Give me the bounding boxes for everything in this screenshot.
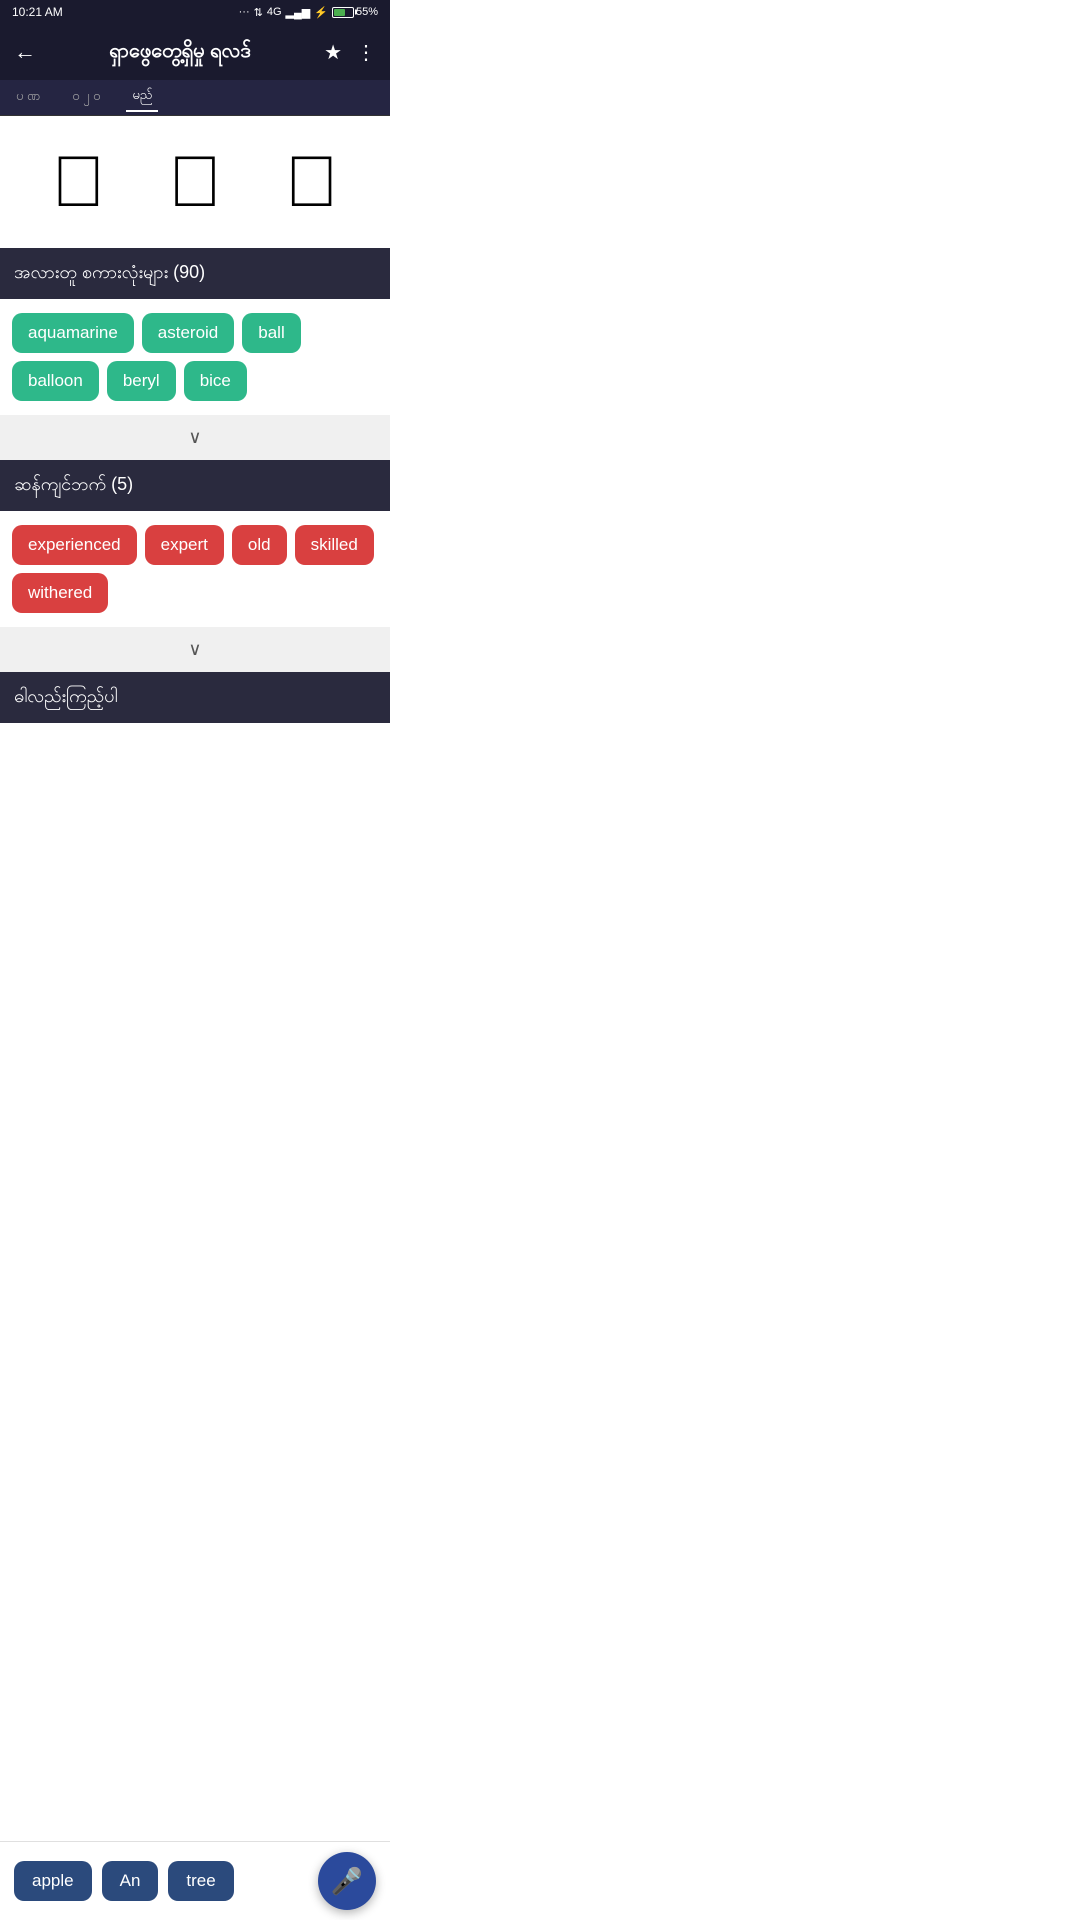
page-title: ရှာဖွေတွေ့ရှိမှု ရလဒ် <box>46 37 314 67</box>
tag-withered[interactable]: withered <box>12 573 108 613</box>
tag-expert[interactable]: expert <box>145 525 224 565</box>
section1-tags: aquamarine asteroid ball balloon beryl b… <box>0 299 390 415</box>
section2-tags: experienced expert old skilled withered <box>0 511 390 627</box>
bottom-tag-an[interactable]: An <box>102 1861 159 1901</box>
section2-header: ဆန်ကျင်ဘက် (5) <box>0 460 390 511</box>
header-icons: ★ ⋮ <box>324 40 376 65</box>
images-section:    <box>0 116 390 248</box>
status-bar: 10:21 AM ··· ⇅ 4G ▂▄▆ ⚡ 55% <box>0 0 390 24</box>
status-time: 10:21 AM <box>12 5 63 19</box>
expand-icon-1: ∨ <box>188 427 201 447</box>
network-type: 4G <box>267 6 282 18</box>
bottom-tag-tree[interactable]: tree <box>168 1861 233 1901</box>
section1-title: အလားတူ စကားလုံးများ (90) <box>14 262 205 282</box>
tag-ball[interactable]: ball <box>242 313 300 353</box>
tag-balloon[interactable]: balloon <box>12 361 99 401</box>
battery-percent: 55% <box>356 6 378 18</box>
tag-bice[interactable]: bice <box>184 361 247 401</box>
section1-header: အလားတူ စကားလုံးများ (90) <box>0 248 390 299</box>
tag-skilled[interactable]: skilled <box>295 525 374 565</box>
bottom-bar: apple An tree 🎤 <box>0 1841 390 1920</box>
status-right: ··· ⇅ 4G ▂▄▆ ⚡ 55% <box>239 6 378 19</box>
apple-image-3:  <box>285 146 339 218</box>
tab-item-2[interactable]: မည် <box>126 83 158 112</box>
bottom-tag-apple[interactable]: apple <box>14 1861 92 1901</box>
charging-icon: ⚡ <box>314 6 328 19</box>
tag-asteroid[interactable]: asteroid <box>142 313 234 353</box>
signal-bars: ▂▄▆ <box>286 6 311 19</box>
tab-item-0[interactable]: ပ ဏ <box>10 84 46 111</box>
tag-beryl[interactable]: beryl <box>107 361 176 401</box>
tag-aquamarine[interactable]: aquamarine <box>12 313 134 353</box>
mic-icon: 🎤 <box>331 1866 363 1897</box>
header: ← ရှာဖွေတွေ့ရှိမှု ရလဒ် ★ ⋮ <box>0 24 390 80</box>
expand-icon-2: ∨ <box>188 639 201 659</box>
battery-display: 55% <box>332 6 378 18</box>
apple-image-2:  <box>168 146 222 218</box>
tag-old[interactable]: old <box>232 525 287 565</box>
back-button[interactable]: ← <box>14 39 36 65</box>
section1-expand[interactable]: ∨ <box>0 415 390 460</box>
signal-dots: ··· <box>239 6 250 18</box>
more-button[interactable]: ⋮ <box>356 40 376 65</box>
section3-title: ဓါလည်းကြည့်ပါ <box>14 686 118 706</box>
section3-header: ဓါလည်းကြည့်ပါ <box>0 672 390 723</box>
mic-button[interactable]: 🎤 <box>318 1852 376 1910</box>
tab-bar: ပ ဏ ဝ ၂ ဝ မည် <box>0 80 390 116</box>
star-button[interactable]: ★ <box>324 40 342 65</box>
tag-experienced[interactable]: experienced <box>12 525 137 565</box>
section2-expand[interactable]: ∨ <box>0 627 390 672</box>
section2-title: ဆန်ကျင်ဘက် (5) <box>14 474 133 494</box>
apple-image-1:  <box>51 146 105 218</box>
tab-item-1[interactable]: ဝ ၂ ဝ <box>66 84 106 111</box>
signal-arrows: ⇅ <box>254 6 263 19</box>
